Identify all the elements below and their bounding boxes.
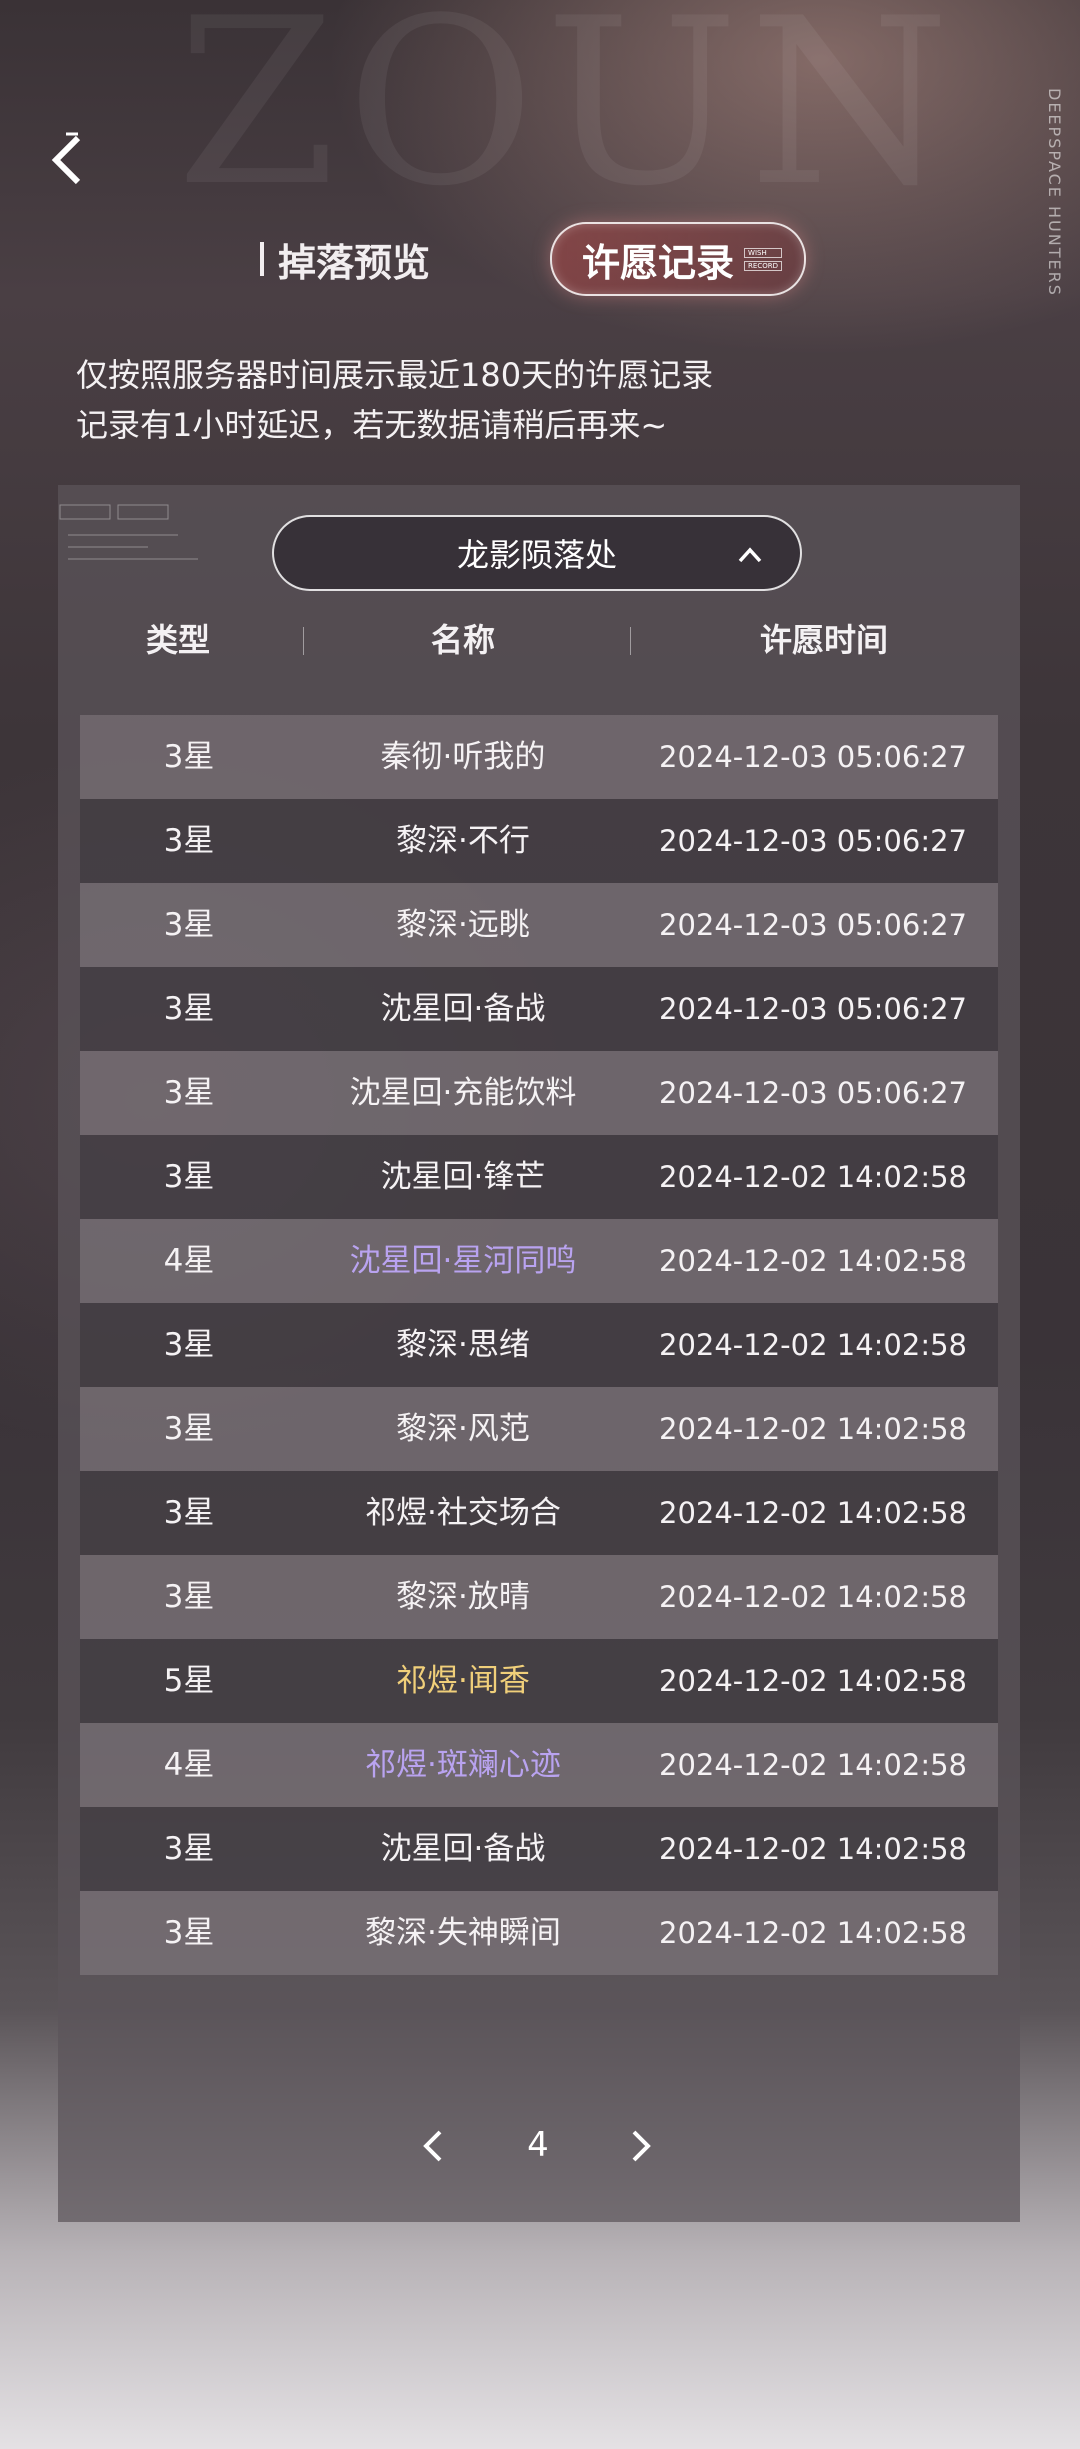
record-name: 黎深·风范 [396,1411,530,1447]
record-type: 3星 [163,1411,215,1447]
chevron-left-icon[interactable] [418,2129,448,2163]
table-row: 3星 沈星回·备战 2024-12-03 05:06:27 [80,967,998,1051]
record-name: 祁煜·社交场合 [365,1495,561,1531]
record-name: 黎深·放晴 [396,1579,530,1615]
notice-text: 仅按照服务器时间展示最近180天的许愿记录 记录有1小时延迟，若无数据请稍后再来… [76,350,713,450]
table-row: 3星 祁煜·社交场合 2024-12-02 14:02:58 [80,1471,998,1555]
record-time: 2024-12-02 14:02:58 [659,1580,967,1614]
table-row: 3星 沈星回·充能饮料 2024-12-03 05:06:27 [80,1051,998,1135]
record-time: 2024-12-02 14:02:58 [659,1412,967,1446]
record-time: 2024-12-02 14:02:58 [659,1832,967,1866]
pool-select-dropdown[interactable]: 龙影陨落处 [272,515,802,591]
tab-wish-record-label: 许愿记录 [582,239,735,285]
record-type: 3星 [163,1075,215,1111]
table-row: 3星 黎深·放晴 2024-12-02 14:02:58 [80,1555,998,1639]
record-name: 黎深·不行 [396,823,530,859]
record-type: 3星 [163,1831,215,1867]
record-time: 2024-12-02 14:02:58 [659,1748,967,1782]
background-decor-text: ZOUN [176,0,960,237]
record-type: 3星 [163,823,215,859]
notice-line-2: 记录有1小时延迟，若无数据请稍后再来~ [76,406,668,444]
chevron-up-icon [738,547,762,563]
record-type: 3星 [163,907,215,943]
record-time: 2024-12-03 05:06:27 [659,992,967,1026]
record-name: 祁煜·闻香 [396,1663,530,1699]
record-type: 5星 [163,1663,215,1699]
table-row: 3星 黎深·思绪 2024-12-02 14:02:58 [80,1303,998,1387]
tab-bar: 掉落预览 许愿记录 WISH RECORD [260,222,806,296]
tab-indicator-bar [260,242,264,276]
chevron-right-icon[interactable] [626,2129,656,2163]
back-chevron-icon [51,132,81,185]
tab-wish-record-badge: WISH RECORD [744,247,782,271]
record-type: 4星 [163,1243,215,1279]
record-name: 沈星回·充能饮料 [349,1075,577,1111]
tab-drop-preview-label: 掉落预览 [278,239,431,285]
record-time: 2024-12-03 05:06:27 [659,1076,967,1110]
tab-drop-preview[interactable]: 掉落预览 [260,232,430,287]
record-time: 2024-12-02 14:02:58 [659,1916,967,1950]
record-type: 3星 [163,1915,215,1951]
table-row: 3星 黎深·失神瞬间 2024-12-02 14:02:58 [80,1891,998,1975]
wish-record-panel: 龙影陨落处 类型 名称 许愿时间 3星 秦彻·听我的 2024-12-03 05:0… [58,485,1020,2222]
record-time: 2024-12-03 05:06:27 [659,908,967,942]
record-name: 沈星回·备战 [380,991,546,1027]
table-row: 3星 黎深·不行 2024-12-03 05:06:27 [80,799,998,883]
brand-logo: DEEPSPACE HUNTERS [1045,88,1064,297]
table-row: 5星 祁煜·闻香 2024-12-02 14:02:58 [80,1639,998,1723]
record-name: 沈星回·备战 [380,1831,546,1867]
page-number: 4 [527,2125,549,2165]
record-name: 秦彻·听我的 [380,739,546,775]
panel-decor-icon [59,504,198,560]
column-header-name: 名称 [430,621,495,659]
table-header: 类型 名称 许愿时间 [58,615,1020,665]
record-type: 3星 [163,1495,215,1531]
record-list: 3星 秦彻·听我的 2024-12-03 05:06:27 3星 黎深·不行 2024-1… [80,715,998,1975]
record-type: 3星 [163,991,215,1027]
record-time: 2024-12-02 14:02:58 [659,1160,967,1194]
record-name: 沈星回·星河同鸣 [349,1243,577,1279]
record-time: 2024-12-02 14:02:58 [659,1664,967,1698]
tab-wish-record[interactable]: 许愿记录 WISH RECORD [550,222,806,296]
record-time: 2024-12-02 14:02:58 [659,1244,967,1278]
record-name: 沈星回·锋芒 [380,1159,546,1195]
column-header-time: 许愿时间 [759,621,888,659]
record-type: 3星 [163,1579,215,1615]
record-time: 2024-12-03 05:06:27 [659,740,967,774]
record-name: 祁煜·斑斓心迹 [365,1747,561,1783]
record-time: 2024-12-02 14:02:58 [659,1328,967,1362]
record-type: 3星 [163,1327,215,1363]
table-row: 3星 秦彻·听我的 2024-12-03 05:06:27 [80,715,998,799]
record-type: 3星 [163,739,215,775]
record-type: 3星 [163,1159,215,1195]
record-name: 黎深·失神瞬间 [365,1915,561,1951]
record-name: 黎深·远眺 [396,907,530,943]
table-row: 3星 黎深·远眺 2024-12-03 05:06:27 [80,883,998,967]
record-name: 黎深·思绪 [396,1327,530,1363]
table-row: 3星 沈星回·锋芒 2024-12-02 14:02:58 [80,1135,998,1219]
record-time: 2024-12-03 05:06:27 [659,824,967,858]
record-type: 4星 [163,1747,215,1783]
column-header-type: 类型 [145,621,210,659]
pool-select-value: 龙影陨落处 [456,536,617,574]
table-row: 4星 祁煜·斑斓心迹 2024-12-02 14:02:58 [80,1723,998,1807]
record-time: 2024-12-02 14:02:58 [659,1496,967,1530]
notice-line-1: 仅按照服务器时间展示最近180天的许愿记录 [76,356,714,394]
back-button[interactable] [42,130,92,190]
pagination: 4 [58,2115,1020,2175]
table-row: 3星 沈星回·备战 2024-12-02 14:02:58 [80,1807,998,1891]
table-row: 3星 黎深·风范 2024-12-02 14:02:58 [80,1387,998,1471]
table-row: 4星 沈星回·星河同鸣 2024-12-02 14:02:58 [80,1219,998,1303]
